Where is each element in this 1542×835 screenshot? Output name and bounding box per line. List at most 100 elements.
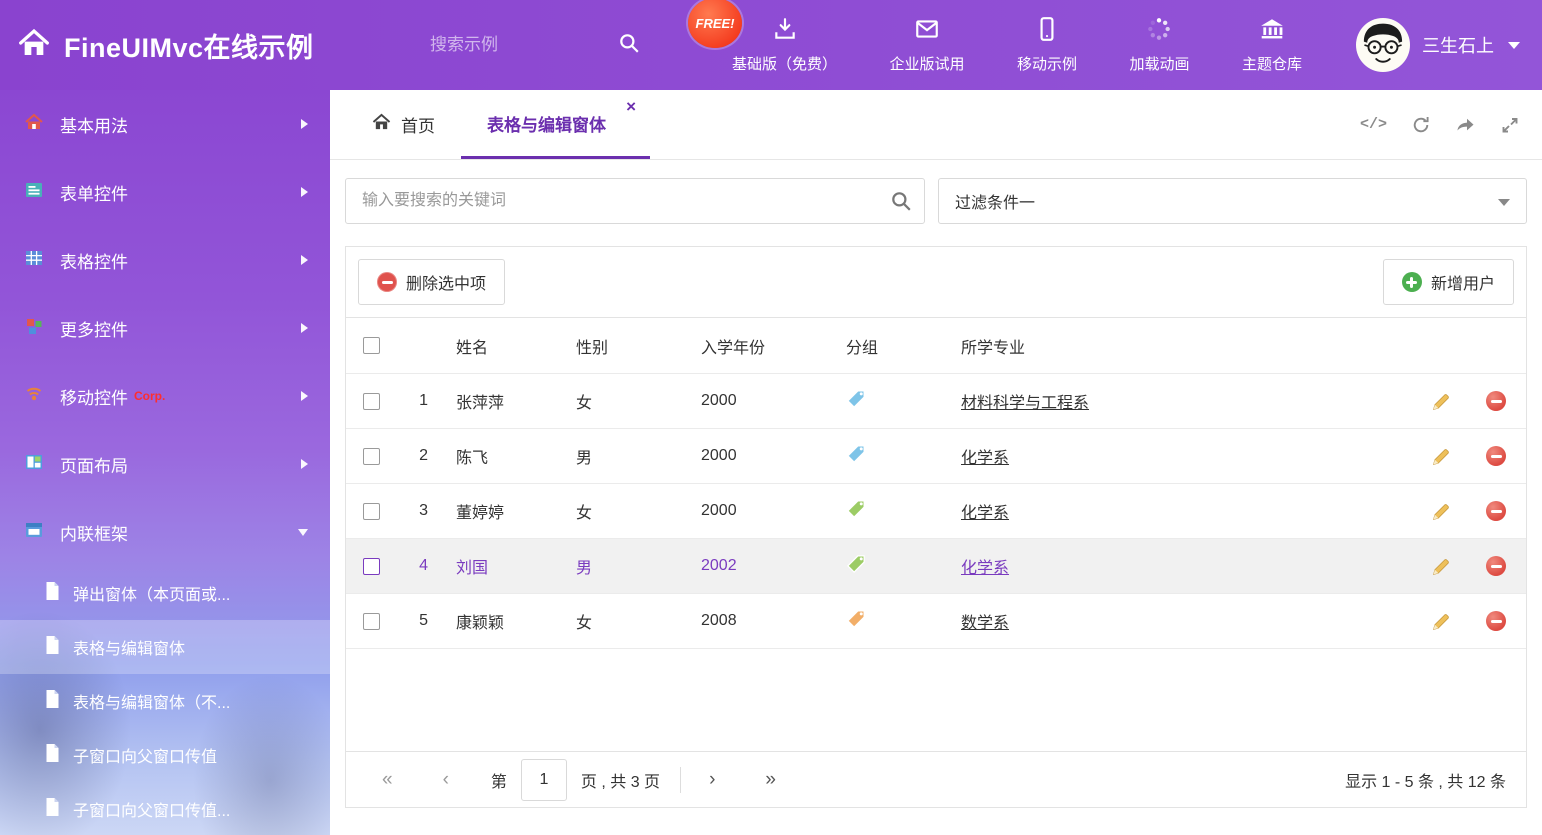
cell-group [826, 499, 941, 524]
nav-loading-animation[interactable]: 加载动画 [1125, 16, 1193, 74]
edit-icon[interactable] [1416, 501, 1466, 522]
page-prefix: 第 [491, 768, 507, 792]
cell-name: 张萍萍 [436, 389, 561, 413]
sidebar-item-grid-controls[interactable]: 表格控件 [0, 226, 330, 294]
sidebar-subitem-popup-window[interactable]: 弹出窗体（本页面或... [0, 566, 330, 620]
row-checkbox[interactable] [363, 613, 380, 630]
filter-dropdown-value: 过滤条件一 [955, 189, 1035, 213]
nav-mobile-demo[interactable]: 移动示例 [1013, 16, 1081, 74]
edit-icon[interactable] [1416, 391, 1466, 412]
sidebar-item-page-layout[interactable]: 页面布局 [0, 430, 330, 498]
tag-icon [846, 499, 866, 519]
sidebar-item-basic-usage[interactable]: 基本用法 [0, 90, 330, 158]
next-page-icon[interactable]: › [701, 770, 723, 789]
nav-basic-free[interactable]: 基础版（免费） [728, 16, 841, 74]
grid-panel: 删除选中项 新增用户 姓名 性别 入学年份 分组 所学专业 [345, 246, 1527, 808]
cell-group [826, 389, 941, 414]
row-checkbox[interactable] [363, 503, 380, 520]
source-code-icon[interactable]: </> [1360, 116, 1387, 133]
row-checkbox[interactable] [363, 393, 380, 410]
filter-dropdown[interactable]: 过滤条件一 [938, 178, 1527, 224]
major-link[interactable]: 化学系 [961, 450, 1009, 467]
select-all-checkbox[interactable] [363, 337, 380, 354]
delete-icon[interactable] [1486, 391, 1506, 411]
nav-theme-repo[interactable]: 主题仓库 [1238, 16, 1306, 74]
column-header-year[interactable]: 入学年份 [681, 334, 826, 358]
first-page-icon[interactable]: « [374, 770, 401, 789]
spinner-icon [1146, 16, 1172, 46]
record-summary: 显示 1 - 5 条 , 共 12 条 [1345, 768, 1506, 792]
table-row-selected[interactable]: 4 刘国 男 2002 化学系 [346, 539, 1526, 594]
tab-grid-edit-window[interactable]: 表格与编辑窗体 × [461, 90, 650, 159]
major-link[interactable]: 数学系 [961, 615, 1009, 632]
chevron-right-icon [301, 323, 308, 333]
table-row[interactable]: 1 张萍萍 女 2000 材料科学与工程系 [346, 374, 1526, 429]
table-row[interactable]: 3 董婷婷 女 2000 化学系 [346, 484, 1526, 539]
column-header-name[interactable]: 姓名 [436, 334, 561, 358]
share-icon[interactable] [1455, 115, 1476, 135]
edit-icon[interactable] [1416, 446, 1466, 467]
avatar [1356, 18, 1410, 72]
mobile-icon [1034, 16, 1060, 46]
keyword-search-input[interactable] [345, 178, 925, 224]
sidebar-item-form-controls[interactable]: 表单控件 [0, 158, 330, 226]
tag-icon [846, 554, 866, 574]
cell-gender: 女 [561, 499, 681, 523]
column-header-group[interactable]: 分组 [826, 334, 941, 358]
cell-year: 2002 [681, 557, 826, 575]
sidebar-subitem-child-to-parent[interactable]: 子窗口向父窗口传值 [0, 728, 330, 782]
column-header-gender[interactable]: 性别 [561, 334, 681, 358]
main-content: 首页 表格与编辑窗体 × </> [330, 90, 1542, 835]
refresh-icon[interactable] [1411, 115, 1431, 135]
chevron-down-icon [298, 529, 308, 536]
cell-name: 董婷婷 [436, 499, 561, 523]
cell-name: 刘国 [436, 554, 561, 578]
table-row[interactable]: 2 陈飞 男 2000 化学系 [346, 429, 1526, 484]
row-checkbox[interactable] [363, 448, 380, 465]
sidebar-item-inline-frame[interactable]: 内联框架 [0, 498, 330, 566]
sidebar-subitem-grid-edit-window[interactable]: 表格与编辑窗体 [0, 620, 330, 674]
delete-icon[interactable] [1486, 501, 1506, 521]
search-icon[interactable] [890, 190, 912, 216]
delete-icon[interactable] [1486, 556, 1506, 576]
plus-circle-icon [1402, 272, 1422, 292]
expand-icon[interactable] [1500, 115, 1520, 135]
delete-icon[interactable] [1486, 611, 1506, 631]
brand-logo[interactable]: FineUIMvc在线示例 [18, 0, 314, 90]
last-page-icon[interactable]: » [757, 770, 784, 789]
chevron-right-icon [301, 459, 308, 469]
page-number-input[interactable] [521, 759, 567, 801]
sidebar-subitem-child-to-parent-2[interactable]: 子窗口向父窗口传值... [0, 782, 330, 835]
major-link[interactable]: 化学系 [961, 560, 1009, 577]
edit-icon[interactable] [1416, 556, 1466, 577]
user-menu[interactable]: 三生石上 [1356, 0, 1520, 90]
header-search-input[interactable] [430, 35, 580, 55]
file-icon [44, 635, 61, 659]
nav-enterprise-trial[interactable]: 企业版试用 [885, 16, 968, 74]
tab-home[interactable]: 首页 [346, 90, 461, 159]
cell-gender: 男 [561, 444, 681, 468]
sidebar-item-more-controls[interactable]: 更多控件 [0, 294, 330, 362]
delete-icon[interactable] [1486, 446, 1506, 466]
home-icon [18, 28, 50, 62]
cell-group [826, 609, 941, 634]
major-link[interactable]: 材料科学与工程系 [961, 395, 1089, 412]
close-icon[interactable]: × [626, 98, 636, 115]
chevron-right-icon [301, 119, 308, 129]
widgets-icon [24, 316, 44, 340]
prev-page-icon[interactable]: ‹ [435, 770, 457, 789]
app-header: FineUIMvc在线示例 FREE! 基础版（免费） 企业版试用 移动示例 [0, 0, 1542, 90]
cell-group [826, 554, 941, 579]
row-checkbox[interactable] [363, 558, 380, 575]
chevron-right-icon [301, 187, 308, 197]
header-search [430, 0, 640, 90]
table-row[interactable]: 5 康颖颖 女 2008 数学系 [346, 594, 1526, 649]
search-icon[interactable] [618, 32, 640, 58]
edit-icon[interactable] [1416, 611, 1466, 632]
major-link[interactable]: 化学系 [961, 505, 1009, 522]
add-user-button[interactable]: 新增用户 [1383, 259, 1514, 305]
column-header-major[interactable]: 所学专业 [941, 334, 1416, 358]
sidebar-subitem-grid-edit-window-2[interactable]: 表格与编辑窗体（不... [0, 674, 330, 728]
delete-selected-button[interactable]: 删除选中项 [358, 259, 505, 305]
sidebar-item-mobile-controls[interactable]: 移动控件 Corp. [0, 362, 330, 430]
